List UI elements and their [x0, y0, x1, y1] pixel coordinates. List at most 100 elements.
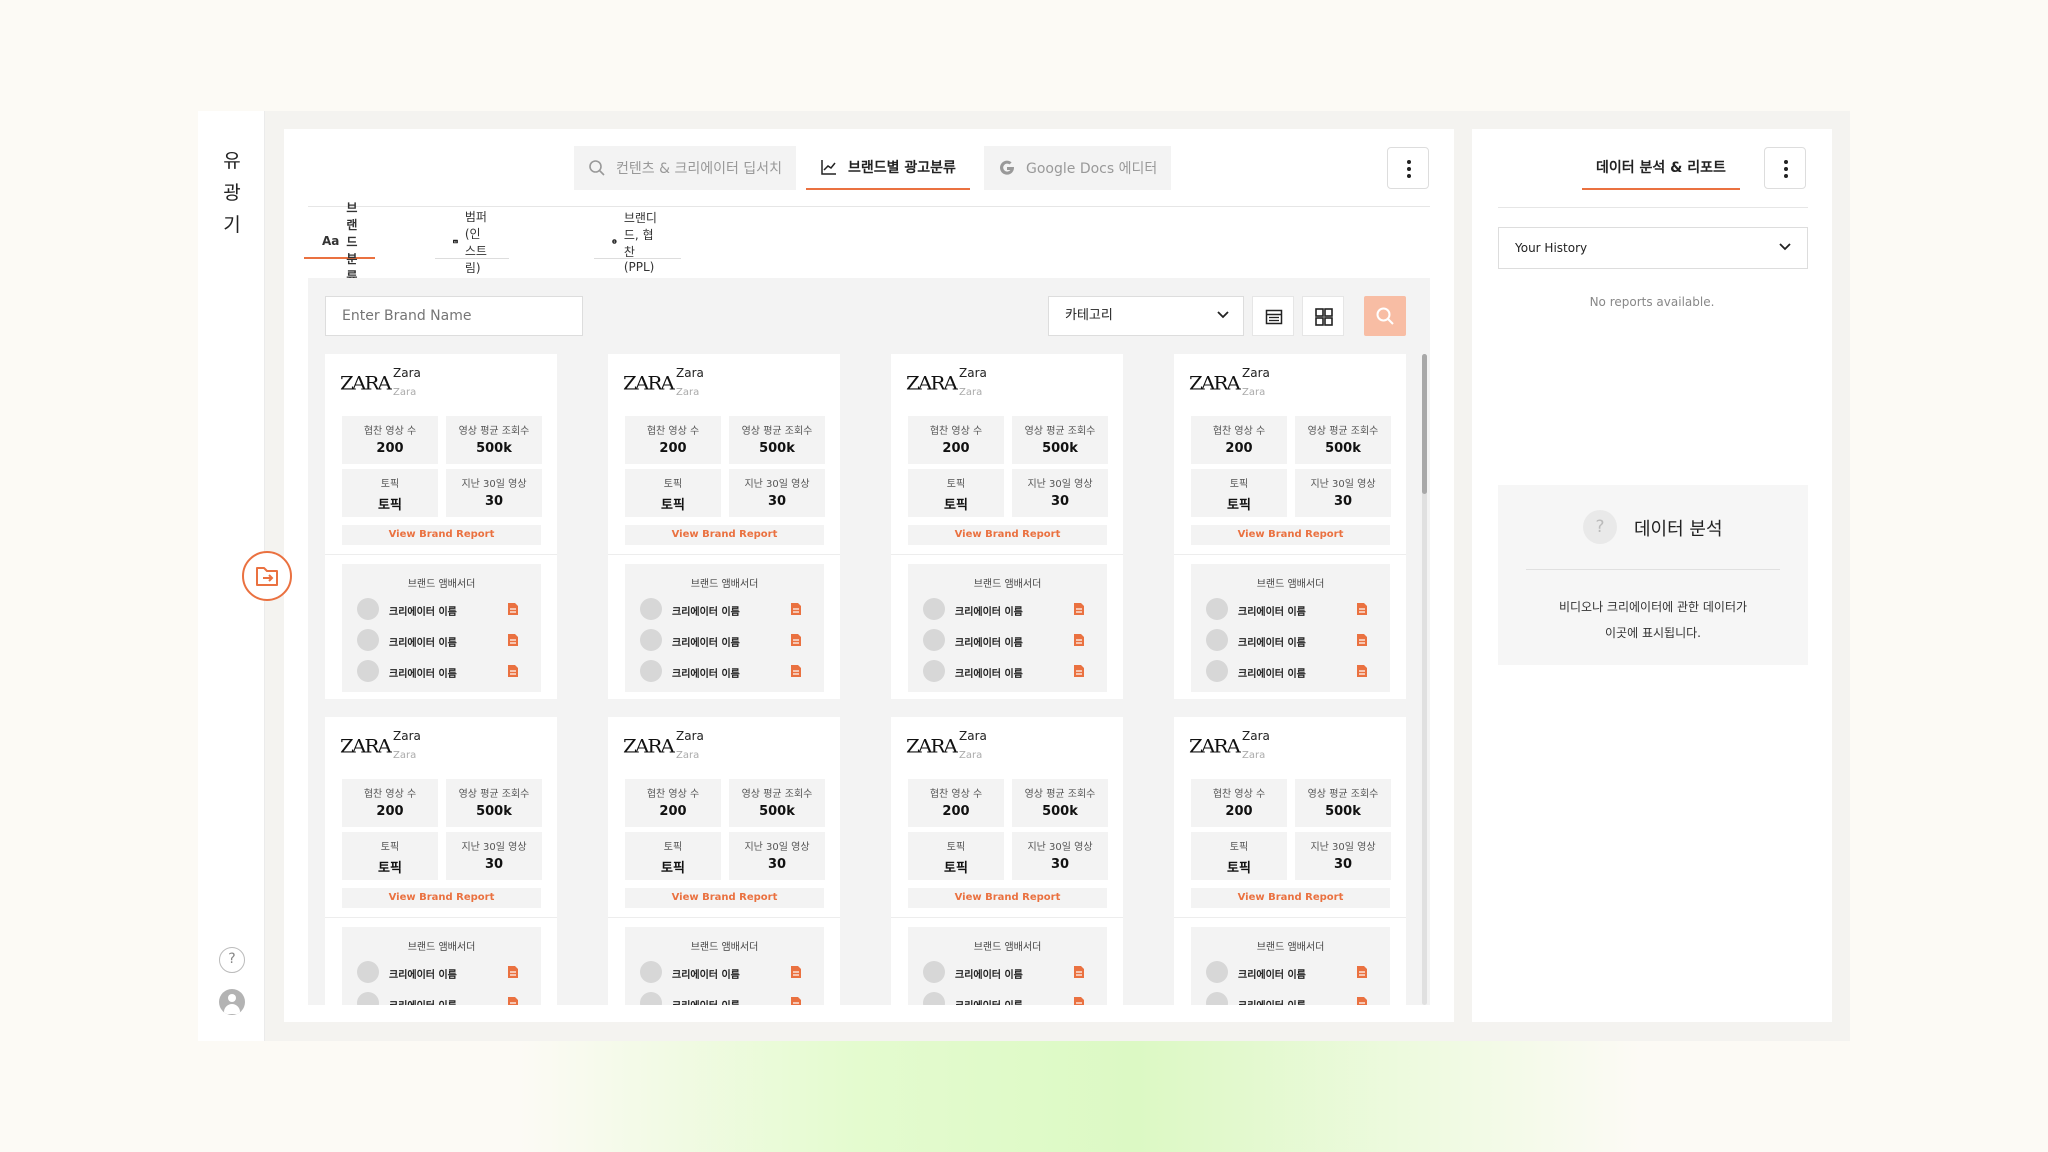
- document-icon[interactable]: [507, 965, 519, 979]
- view-brand-report-link[interactable]: View Brand Report: [908, 888, 1107, 908]
- subtab-branded-ppl[interactable]: $ 브랜디드, 협찬(PPL): [594, 211, 681, 274]
- creator-row[interactable]: 크리에이터 이름: [640, 598, 815, 622]
- more-options-icon[interactable]: [1387, 147, 1429, 189]
- creator-row[interactable]: 크리에이터 이름: [357, 992, 532, 1005]
- creator-row[interactable]: 크리에이터 이름: [923, 660, 1098, 684]
- subtab-brand-category[interactable]: Aa 브랜드 분류: [304, 201, 376, 283]
- creator-row[interactable]: 크리에이터 이름: [1206, 598, 1381, 622]
- user-avatar-icon[interactable]: [219, 989, 245, 1015]
- document-icon[interactable]: [790, 664, 802, 678]
- creator-row[interactable]: 크리에이터 이름: [357, 660, 532, 684]
- divider: [608, 554, 840, 555]
- creator-row[interactable]: 크리에이터 이름: [923, 598, 1098, 622]
- creator-name: 크리에이터 이름: [955, 638, 1023, 649]
- scrollbar[interactable]: [1422, 354, 1427, 1005]
- document-icon[interactable]: [507, 664, 519, 678]
- tab-brand-ads[interactable]: 브랜드별 광고분류: [806, 146, 970, 190]
- brand-name: Zara: [393, 366, 421, 380]
- search-button[interactable]: [1364, 296, 1406, 336]
- document-icon[interactable]: [790, 965, 802, 979]
- creator-row[interactable]: 크리에이터 이름: [640, 629, 815, 653]
- list-view-button[interactable]: [1252, 296, 1294, 336]
- document-icon[interactable]: [1356, 664, 1368, 678]
- view-brand-report-link[interactable]: View Brand Report: [1191, 525, 1390, 545]
- stat-value: 토픽: [1227, 861, 1251, 876]
- document-icon[interactable]: [1073, 996, 1085, 1005]
- brand-card[interactable]: ZARA Zara Zara 협찬 영상 수 200 영상 평균 조회수 500k 토픽 토픽 지…: [608, 717, 840, 1005]
- tab-data-analysis-report[interactable]: 데이터 분석 & 리포트: [1582, 146, 1740, 190]
- document-icon[interactable]: [507, 633, 519, 647]
- subtab-bumper[interactable]: AD 범퍼 (인스트림): [435, 210, 509, 275]
- brand-card[interactable]: ZARA Zara Zara 협찬 영상 수 200 영상 평균 조회수 500k 토픽 토픽 지…: [891, 354, 1123, 699]
- creator-row[interactable]: 크리에이터 이름: [357, 961, 532, 985]
- tab-deep-search[interactable]: 컨텐츠 & 크리에이터 딥서치: [574, 146, 796, 190]
- creator-row[interactable]: 크리에이터 이름: [923, 961, 1098, 985]
- creator-row[interactable]: 크리에이터 이름: [1206, 629, 1381, 653]
- category-select[interactable]: 카테고리: [1048, 296, 1244, 336]
- brand-card[interactable]: ZARA Zara Zara 협찬 영상 수 200 영상 평균 조회수 500k 토픽 토픽 지…: [891, 717, 1123, 1005]
- brand-logo: ZARA: [623, 734, 675, 758]
- stat-label: 협찬 영상 수: [646, 789, 700, 800]
- document-icon[interactable]: [1073, 965, 1085, 979]
- document-icon[interactable]: [507, 602, 519, 616]
- stat-box: 협찬 영상 수 200: [342, 416, 438, 464]
- document-icon[interactable]: [1073, 602, 1085, 616]
- document-icon[interactable]: [1356, 633, 1368, 647]
- view-brand-report-link[interactable]: View Brand Report: [625, 525, 824, 545]
- creator-row[interactable]: 크리에이터 이름: [1206, 992, 1381, 1005]
- help-icon[interactable]: ?: [219, 947, 245, 973]
- brand-card[interactable]: ZARA Zara Zara 협찬 영상 수 200 영상 평균 조회수 500k 토픽 토픽 지…: [608, 354, 840, 699]
- document-icon[interactable]: [790, 602, 802, 616]
- svg-text:$: $: [613, 240, 615, 244]
- document-icon[interactable]: [1356, 965, 1368, 979]
- document-icon[interactable]: [1356, 602, 1368, 616]
- creator-name: 크리에이터 이름: [1238, 607, 1306, 618]
- chevron-down-icon: [1779, 243, 1791, 251]
- document-icon[interactable]: [507, 996, 519, 1005]
- creator-row[interactable]: 크리에이터 이름: [923, 992, 1098, 1005]
- creator-row[interactable]: 크리에이터 이름: [1206, 660, 1381, 684]
- document-icon[interactable]: [1356, 996, 1368, 1005]
- brand-search-input[interactable]: [325, 296, 583, 336]
- creator-row[interactable]: 크리에이터 이름: [1206, 961, 1381, 985]
- brand-card[interactable]: ZARA Zara Zara 협찬 영상 수 200 영상 평균 조회수 500k 토픽 토픽 지…: [1174, 717, 1406, 1005]
- stat-value: 토픽: [661, 498, 685, 513]
- grid-view-button[interactable]: [1302, 296, 1344, 336]
- creator-row[interactable]: 크리에이터 이름: [923, 629, 1098, 653]
- history-select[interactable]: Your History: [1498, 227, 1808, 269]
- stat-label: 협찬 영상 수: [1212, 789, 1266, 800]
- creator-avatar: [640, 961, 662, 983]
- stat-label: 지난 30일 영상: [1310, 842, 1376, 853]
- view-brand-report-link[interactable]: View Brand Report: [342, 525, 541, 545]
- stat-value: 30: [484, 857, 504, 872]
- divider: [325, 917, 557, 918]
- view-brand-report-link[interactable]: View Brand Report: [342, 888, 541, 908]
- view-brand-report-link[interactable]: View Brand Report: [625, 888, 824, 908]
- creator-row[interactable]: 크리에이터 이름: [357, 598, 532, 622]
- stat-label: 토픽: [380, 842, 400, 853]
- brand-subname: Zara: [393, 387, 417, 398]
- stat-box: 협찬 영상 수 200: [1191, 779, 1287, 827]
- document-icon[interactable]: [1073, 633, 1085, 647]
- view-brand-report-link[interactable]: View Brand Report: [908, 525, 1107, 545]
- brand-subname: Zara: [1242, 750, 1266, 761]
- folder-export-button[interactable]: [242, 551, 292, 601]
- tab-google-docs[interactable]: Google Docs 에디터: [984, 146, 1172, 190]
- brand-card[interactable]: ZARA Zara Zara 협찬 영상 수 200 영상 평균 조회수 500k 토픽 토픽 지…: [325, 354, 557, 699]
- creator-row[interactable]: 크리에이터 이름: [640, 660, 815, 684]
- creator-row[interactable]: 크리에이터 이름: [357, 629, 532, 653]
- creator-row[interactable]: 크리에이터 이름: [640, 992, 815, 1005]
- creator-avatar: [1206, 961, 1228, 983]
- view-brand-report-link[interactable]: View Brand Report: [1191, 888, 1390, 908]
- brand-card[interactable]: ZARA Zara Zara 협찬 영상 수 200 영상 평균 조회수 500k 토픽 토픽 지…: [325, 717, 557, 1005]
- more-options-icon[interactable]: [1764, 147, 1806, 189]
- document-icon[interactable]: [1073, 664, 1085, 678]
- brand-card[interactable]: ZARA Zara Zara 협찬 영상 수 200 영상 평균 조회수 500k 토픽 토픽 지…: [1174, 354, 1406, 699]
- creator-row[interactable]: 크리에이터 이름: [640, 961, 815, 985]
- document-icon[interactable]: [790, 633, 802, 647]
- app-logo[interactable]: 유 광 기: [222, 145, 242, 241]
- document-icon[interactable]: [790, 996, 802, 1005]
- ad-icon: AD: [453, 239, 458, 243]
- stat-value: 500k: [476, 441, 512, 456]
- scrollbar-thumb[interactable]: [1422, 354, 1427, 494]
